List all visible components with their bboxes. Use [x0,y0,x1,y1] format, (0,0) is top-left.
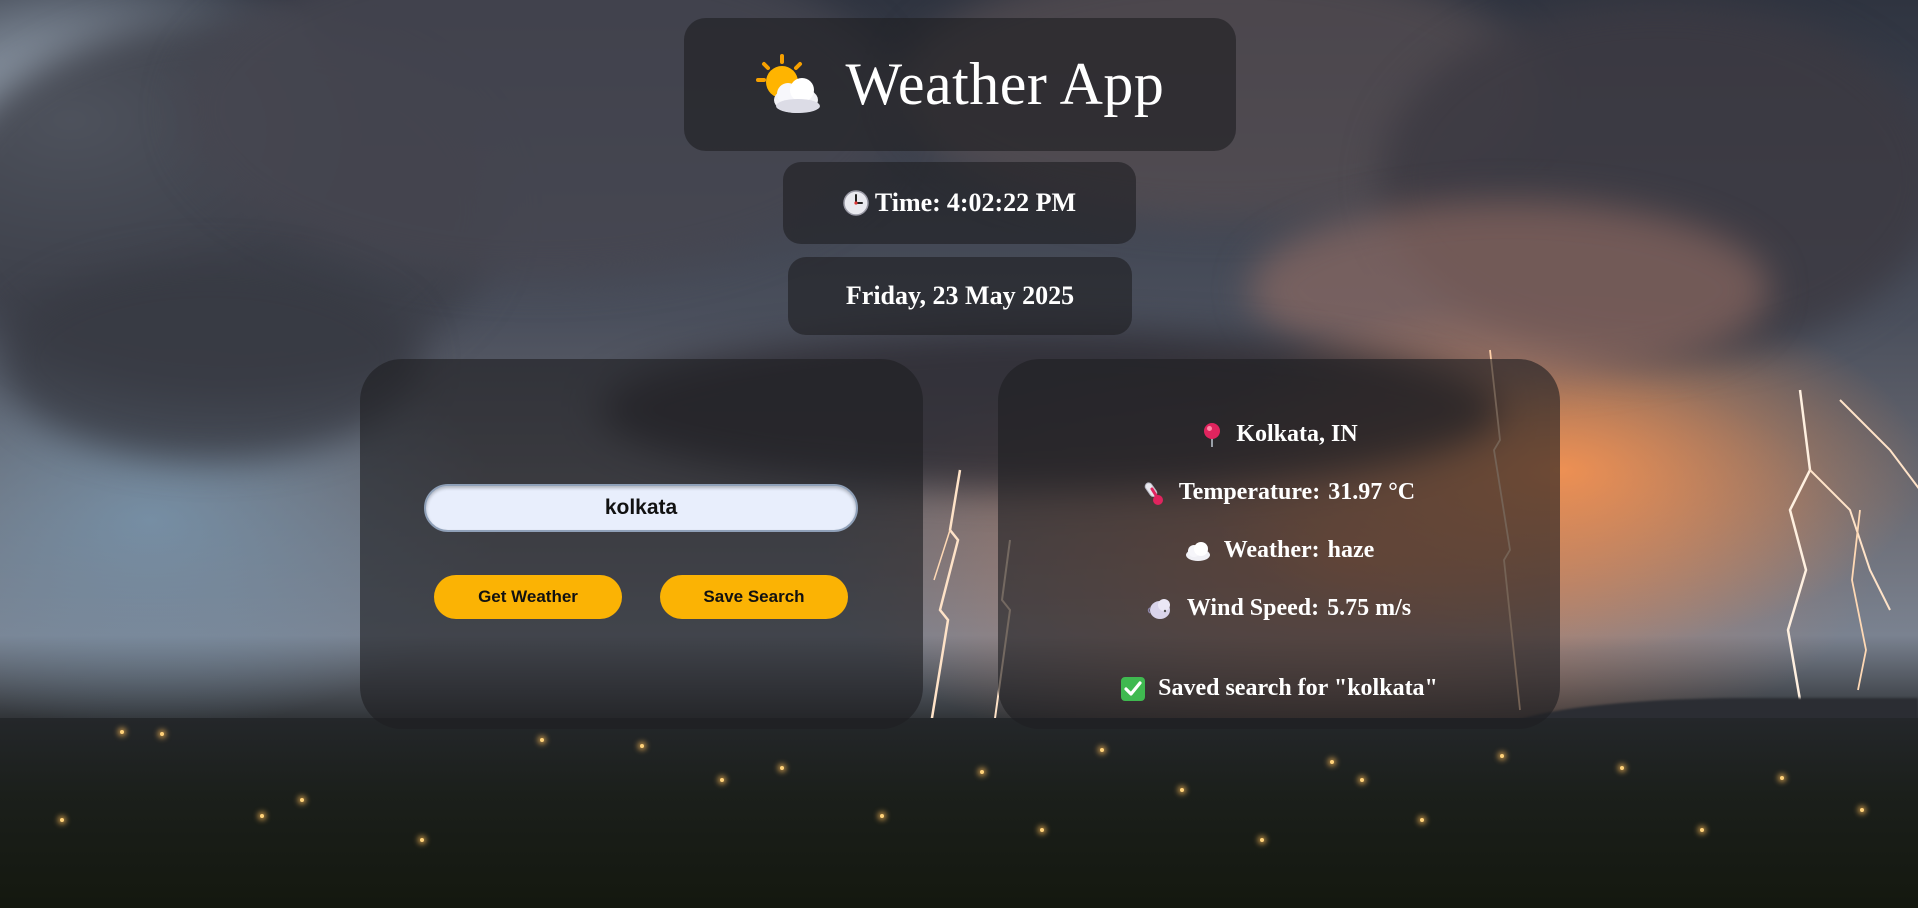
wind-label: Wind Speed: [1186,595,1320,621]
wind-line: Wind Speed: 5.75 m/s [998,595,1560,622]
saved-message-text: Saved search for "kolkata" [1158,675,1438,701]
thermometer-icon [1143,480,1167,506]
saved-search-message: Saved search for "kolkata" [998,675,1560,702]
app-title: Weather App [845,51,1165,117]
cloud-icon [1184,538,1212,564]
time-label: Time: [874,188,941,217]
weather-label: Weather: [1223,537,1320,563]
date-value: Friday, 23 May 2025 [845,281,1075,310]
temperature-label: Temperature: [1178,479,1321,505]
storm-cloud [0,260,420,460]
wind-value: 5.75 m/s [1327,595,1412,621]
get-weather-button[interactable]: Get Weather [434,575,622,619]
save-search-button[interactable]: Save Search [660,575,848,619]
clock-icon [843,190,869,216]
clock-panel: Time: 4:02:22 PM [783,162,1136,244]
location-value: Kolkata, IN [1236,421,1358,447]
app-title-panel: Weather App [684,18,1236,151]
round-pushpin-icon [1200,422,1224,448]
city-search-input[interactable] [424,484,858,532]
temperature-value: 31.97 °C [1328,479,1416,505]
weather-result-panel: Kolkata, IN Temperature: 31.97 °C Weathe… [998,359,1560,729]
date-panel: Friday, 23 May 2025 [788,257,1132,335]
wind-face-icon [1147,596,1175,622]
lightning-bolt [1786,389,1918,701]
check-mark-icon [1120,676,1146,702]
weather-line: Weather: haze [998,537,1560,564]
city-skyline [0,718,1918,908]
sun-behind-cloud-icon [755,53,822,116]
search-panel: Get Weather Save Search [360,359,923,729]
temperature-line: Temperature: 31.97 °C [998,479,1560,506]
location-line: Kolkata, IN [998,421,1560,448]
time-value: 4:02:22 PM [946,188,1077,217]
weather-value: haze [1327,537,1375,563]
